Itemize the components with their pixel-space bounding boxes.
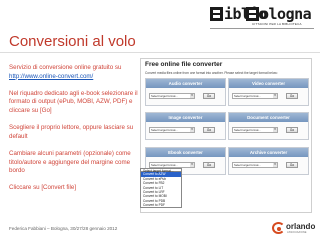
converter-intro: Convert media files online from one form… bbox=[145, 71, 278, 75]
panel-title: Ebook converter bbox=[146, 148, 225, 157]
video-go-button[interactable]: Go bbox=[286, 93, 298, 99]
header-divider bbox=[210, 28, 314, 29]
image-go-button[interactable]: Go bbox=[203, 127, 215, 133]
chevron-down-icon: ▼ bbox=[190, 128, 194, 132]
video-converter-panel: Video converter Select target format... ▼… bbox=[228, 78, 309, 106]
logo-tagline: CITTADINI PER LA BIBLIOTECA bbox=[252, 22, 302, 26]
footer-credit: Federica Fabbiani – Bologna, 30/27/28 ge… bbox=[9, 226, 118, 231]
chevron-down-icon: ▼ bbox=[190, 163, 194, 167]
image-format-select[interactable]: Select target format... ▼ bbox=[149, 127, 195, 133]
document-format-select[interactable]: Select target format... ▼ bbox=[232, 127, 278, 133]
chevron-down-icon: ▼ bbox=[273, 128, 277, 132]
orlando-wordmark: orlando bbox=[286, 222, 316, 231]
slide-body: Servizio di conversione online gratuito … bbox=[9, 64, 139, 202]
panel-title: Archive converter bbox=[229, 148, 308, 157]
panel-title: Video converter bbox=[229, 79, 308, 88]
body-paragraph-ebook: Nel riquadro dedicato agli e-book selezi… bbox=[9, 89, 138, 114]
body-paragraph-convert: Cliccare su [Convert file] bbox=[9, 184, 77, 192]
panel-title: Image converter bbox=[146, 113, 225, 122]
audio-converter-panel: Audio converter Select target format... ▼… bbox=[145, 78, 226, 106]
online-convert-link[interactable]: http://www.online-convert.com/ bbox=[9, 73, 93, 80]
orlando-subtitle: ASSOCIAZIONE bbox=[287, 231, 307, 234]
archive-converter-panel: Archive converter Select target format..… bbox=[228, 147, 309, 175]
logo-b-mark-icon bbox=[246, 7, 259, 21]
body-paragraph-service: Servizio di conversione online gratuito … bbox=[9, 64, 139, 81]
logo-b-mark-icon bbox=[210, 7, 223, 21]
archive-format-select[interactable]: Select target format... ▼ bbox=[232, 162, 278, 168]
chevron-down-icon: ▼ bbox=[273, 94, 277, 98]
logo-word-bologna: ologna bbox=[260, 5, 312, 23]
panel-title: Audio converter bbox=[146, 79, 225, 88]
ebook-go-button[interactable]: Go bbox=[203, 162, 215, 168]
video-format-select[interactable]: Select target format... ▼ bbox=[232, 93, 278, 99]
orlando-logo: orlando ASSOCIAZIONE bbox=[272, 221, 316, 235]
document-converter-panel: Document converter Select target format.… bbox=[228, 112, 309, 140]
ebook-format-dropdown[interactable]: Select target format... Convert to AZW C… bbox=[140, 168, 182, 208]
chevron-down-icon: ▼ bbox=[190, 94, 194, 98]
document-go-button[interactable]: Go bbox=[286, 127, 298, 133]
body-paragraph-reader: Scegliere il proprio lettore, oppure las… bbox=[9, 124, 134, 140]
dropdown-option[interactable]: Convert to PDF bbox=[140, 203, 182, 208]
panel-title: Document converter bbox=[229, 113, 308, 122]
slide-title: Conversioni al volo bbox=[9, 33, 136, 50]
audio-format-select[interactable]: Select target format... ▼ bbox=[149, 93, 195, 99]
biblio-bologna-logo: iblio ologna CITTADINI PER LA BIBLIOTECA bbox=[210, 5, 312, 27]
body-paragraph-parameters: Cambiare alcuni parametri (opzionale) co… bbox=[9, 149, 131, 175]
orlando-dot-icon bbox=[277, 227, 281, 231]
converter-title: Free online file converter bbox=[145, 61, 223, 68]
image-converter-panel: Image converter Select target format... ▼… bbox=[145, 112, 226, 140]
audio-go-button[interactable]: Go bbox=[203, 93, 215, 99]
title-divider bbox=[0, 52, 320, 53]
service-text: Servizio di conversione online gratuito … bbox=[9, 64, 122, 71]
chevron-down-icon: ▼ bbox=[273, 163, 277, 167]
archive-go-button[interactable]: Go bbox=[286, 162, 298, 168]
